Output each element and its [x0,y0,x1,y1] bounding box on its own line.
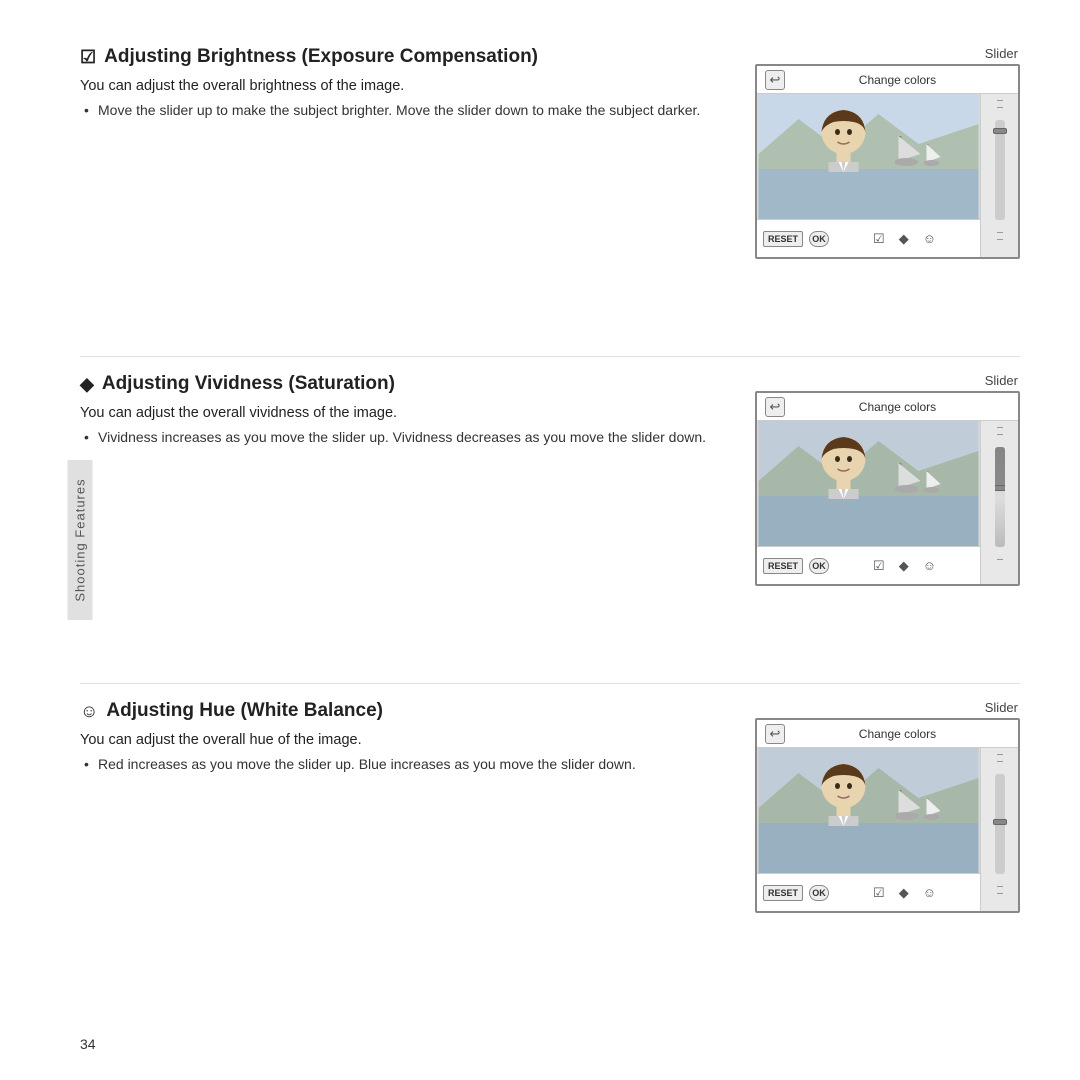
hue-cam-title: Change colors [785,727,1010,741]
hue-ok-btn[interactable]: OK [809,885,829,901]
hue-camera-screen: ↩ Change colors [755,718,1020,913]
hue-bottom-icons: ☑ ◆ ☺ [835,885,974,901]
brightness-icon: ☑ [80,47,96,68]
tick3 [997,232,1003,233]
hue-slider-track[interactable] [995,774,1005,874]
vividness-slider-label: Slider [985,373,1020,388]
hue-title: ☺ Adjusting Hue (White Balance) [80,700,720,722]
vividness-screen-wrapper: Slider ↩ Change colors [750,373,1020,586]
hue-back-btn[interactable]: ↩ [765,724,785,744]
vividness-slider-thumb[interactable] [995,485,1005,491]
sections-container: ☑ Adjusting Brightness (Exposure Compens… [80,30,1020,1050]
section-vividness: ◆ Adjusting Vividness (Saturation) You c… [80,357,1020,684]
vividness-desc: You can adjust the overall vividness of … [80,405,720,421]
vtick3 [997,559,1003,560]
vividness-cam-title: Change colors [785,400,1010,414]
brightness-bullet-0: Move the slider up to make the subject b… [80,100,720,122]
brightness-slider-thumb[interactable] [993,128,1007,134]
tick4 [997,239,1003,240]
brightness-bottom-icons: ☑ ◆ ☺ [835,231,974,247]
tick2 [997,107,1003,108]
hue-topbar: ↩ Change colors [757,720,1018,748]
hue-bottombar: RESET OK ☑ ◆ ☺ [757,873,980,911]
brightness-cam-title: Change colors [785,73,1010,87]
brightness-image-area [757,94,980,219]
vividness-reset-btn[interactable]: RESET [763,558,803,574]
vividness-image-area [757,421,980,546]
hue-reset-btn[interactable]: RESET [763,885,803,901]
brightness-slider-label: Slider [985,46,1020,61]
brightness-desc: You can adjust the overall brightness of… [80,78,720,94]
hue-slider-label: Slider [985,700,1020,715]
hue-desc: You can adjust the overall hue of the im… [80,732,720,748]
sidebar-label: Shooting Features [68,460,93,620]
vividness-bottom-icons: ☑ ◆ ☺ [835,558,974,574]
brightness-hue-icon: ☺ [923,231,936,246]
hue-diamond-icon: ◆ [899,885,909,901]
hue-bullets: Red increases as you move the slider up.… [80,754,720,776]
tick1 [997,100,1003,101]
brightness-slider-track[interactable] [995,120,1005,220]
brightness-ok-btn[interactable]: OK [809,231,829,247]
hue-slider-area [980,748,1018,911]
vividness-slider-area [980,421,1018,584]
vividness-bullets: Vividness increases as you move the slid… [80,427,720,449]
hue-mode-icon: ☑ [873,885,885,901]
htick2 [997,761,1003,762]
htick4 [997,893,1003,894]
vividness-slider-track[interactable] [995,447,1005,547]
section-brightness: ☑ Adjusting Brightness (Exposure Compens… [80,30,1020,357]
vividness-ok-btn[interactable]: OK [809,558,829,574]
vividness-bullet-0: Vividness increases as you move the slid… [80,427,720,449]
brightness-bottombar: RESET OK ☑ ◆ ☺ [757,219,980,257]
brightness-screen-wrapper: Slider ↩ Change colors [750,46,1020,259]
brightness-title: ☑ Adjusting Brightness (Exposure Compens… [80,46,720,68]
vividness-camera-screen: ↩ Change colors [755,391,1020,586]
vtick2 [997,434,1003,435]
hue-screen-wrapper: Slider ↩ Change colors [750,700,1020,913]
hue-hue-icon: ☺ [923,885,936,900]
hue-bullet-0: Red increases as you move the slider up.… [80,754,720,776]
hue-icon: ☺ [80,701,98,722]
page-number: 34 [80,1036,96,1052]
page: Shooting Features 34 ☑ Adjusting Brightn… [0,0,1080,1080]
hue-image-area [757,748,980,873]
brightness-slider-area [980,94,1018,257]
brightness-diamond-icon: ◆ [899,231,909,247]
vividness-mode-icon: ☑ [873,558,885,574]
vividness-topbar: ↩ Change colors [757,393,1018,421]
hue-slider-thumb[interactable] [993,819,1007,825]
section-brightness-text: ☑ Adjusting Brightness (Exposure Compens… [80,46,750,122]
vtick1 [997,427,1003,428]
vividness-bottombar: RESET OK ☑ ◆ ☺ [757,546,980,584]
vividness-icon: ◆ [80,374,94,395]
htick1 [997,754,1003,755]
section-hue-text: ☺ Adjusting Hue (White Balance) You can … [80,700,750,776]
vividness-title: ◆ Adjusting Vividness (Saturation) [80,373,720,395]
section-hue: ☺ Adjusting Hue (White Balance) You can … [80,684,1020,1010]
brightness-camera-screen: ↩ Change colors [755,64,1020,259]
vividness-back-btn[interactable]: ↩ [765,397,785,417]
vividness-hue-icon: ☺ [923,558,936,573]
brightness-reset-btn[interactable]: RESET [763,231,803,247]
brightness-bullets: Move the slider up to make the subject b… [80,100,720,122]
htick3 [997,886,1003,887]
section-vividness-text: ◆ Adjusting Vividness (Saturation) You c… [80,373,750,449]
brightness-mode-icon: ☑ [873,231,885,247]
brightness-back-btn[interactable]: ↩ [765,70,785,90]
brightness-topbar: ↩ Change colors [757,66,1018,94]
vividness-diamond-icon: ◆ [899,558,909,574]
